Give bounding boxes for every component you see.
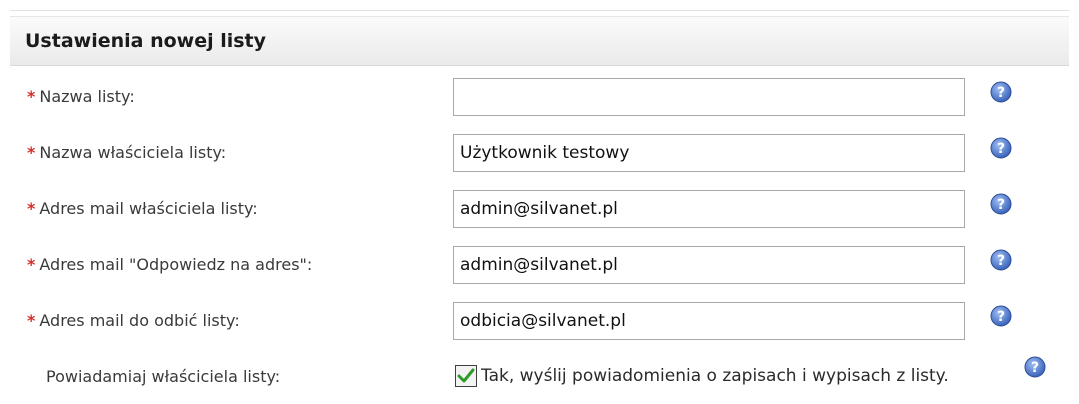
checkmark-icon <box>457 368 475 383</box>
question-mark-help-icon[interactable]: ? <box>990 305 1012 327</box>
required-marker: * <box>27 310 36 330</box>
form-row-reply-to-email: * Adres mail "Odpowiedz na adres": ? <box>10 236 1069 292</box>
form-row-list-name: * Nazwa listy: ? <box>10 68 1069 124</box>
bounce-email-label-text: Adres mail do odbić listy: <box>39 310 240 330</box>
form-row-notify-owner: Powiadamiaj właściciela listy: Tak, wyśl… <box>10 348 1069 404</box>
list-name-input[interactable] <box>453 78 965 116</box>
form-row-owner-email: * Adres mail właściciela listy: ? <box>10 180 1069 236</box>
list-name-label-text: Nazwa listy: <box>39 86 135 106</box>
notify-owner-checkbox[interactable] <box>455 365 477 387</box>
owner-name-label-text: Nazwa właściciela listy: <box>39 142 227 162</box>
owner-name-input[interactable] <box>453 134 965 172</box>
question-mark-help-icon[interactable]: ? <box>990 81 1012 103</box>
reply-to-email-label: * Adres mail "Odpowiedz na adres": <box>27 236 312 292</box>
required-marker: * <box>27 86 36 106</box>
svg-text:?: ? <box>997 253 1005 269</box>
owner-email-label-text: Adres mail właściciela listy: <box>39 198 258 218</box>
panel-title: Ustawienia nowej listy <box>25 30 267 52</box>
bounce-email-input[interactable] <box>453 302 965 340</box>
reply-to-email-label-text: Adres mail "Odpowiedz na adres": <box>39 254 313 274</box>
reply-to-email-input[interactable] <box>453 246 965 284</box>
owner-email-label: * Adres mail właściciela listy: <box>27 180 258 236</box>
owner-name-label: * Nazwa właściciela listy: <box>27 124 226 180</box>
notify-owner-checkbox-label[interactable]: Tak, wyślij powiadomienia o zapisach i w… <box>481 366 949 386</box>
top-divider <box>10 10 1069 11</box>
svg-text:?: ? <box>1031 360 1039 376</box>
required-marker: * <box>27 254 36 274</box>
required-marker: * <box>27 142 36 162</box>
form-row-owner-name: * Nazwa właściciela listy: ? <box>10 124 1069 180</box>
question-mark-help-icon[interactable]: ? <box>990 193 1012 215</box>
svg-text:?: ? <box>997 141 1005 157</box>
notify-owner-label: Powiadamiaj właściciela listy: <box>46 366 281 386</box>
owner-email-input[interactable] <box>453 190 965 228</box>
bounce-email-label: * Adres mail do odbić listy: <box>27 292 240 348</box>
question-mark-help-icon[interactable]: ? <box>990 249 1012 271</box>
new-list-settings-panel: Ustawienia nowej listy * Nazwa listy: ? … <box>10 16 1069 394</box>
form-row-bounce-email: * Adres mail do odbić listy: ? <box>10 292 1069 348</box>
required-marker: * <box>27 198 36 218</box>
svg-text:?: ? <box>997 197 1005 213</box>
svg-text:?: ? <box>997 85 1005 101</box>
question-mark-help-icon[interactable]: ? <box>990 137 1012 159</box>
panel-header: Ustawienia nowej listy <box>10 16 1069 66</box>
question-mark-help-icon[interactable]: ? <box>1024 356 1046 378</box>
svg-text:?: ? <box>997 309 1005 325</box>
notify-owner-option[interactable]: Tak, wyślij powiadomienia o zapisach i w… <box>455 348 949 404</box>
list-name-label: * Nazwa listy: <box>27 68 135 124</box>
